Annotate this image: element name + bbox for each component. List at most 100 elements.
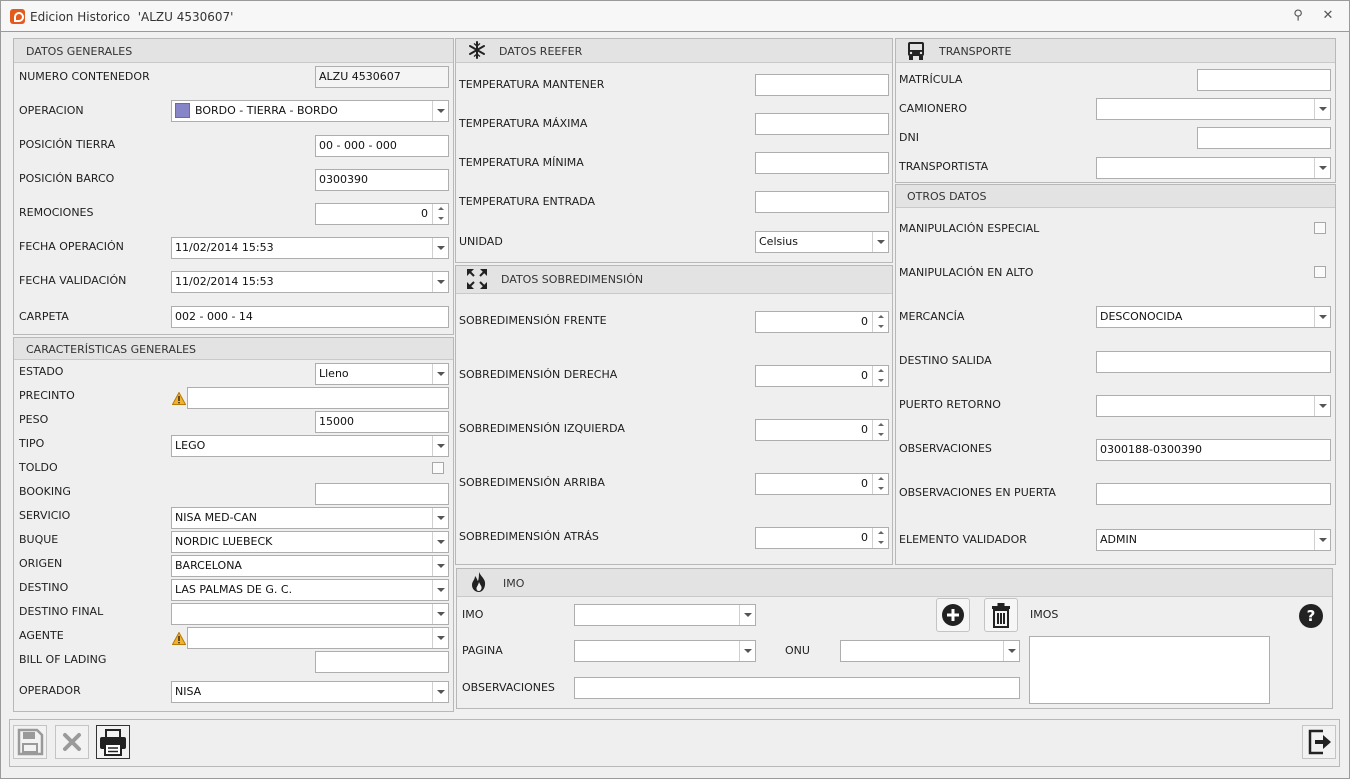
operador-select[interactable]: NISA [171, 681, 449, 703]
cancel-button[interactable] [55, 725, 89, 759]
panel-header: CARACTERÍSTICAS GENERALES [14, 338, 453, 360]
manip-alto-checkbox[interactable] [1314, 266, 1326, 278]
posicion-tierra-input[interactable]: 00 - 000 - 000 [315, 135, 449, 157]
close-icon[interactable]: ✕ [1320, 8, 1336, 24]
spinner-icon[interactable] [872, 366, 888, 386]
booking-input[interactable] [315, 483, 449, 505]
servicio-select[interactable]: NISA MED-CAN [171, 507, 449, 529]
question-icon[interactable]: ? [1298, 603, 1324, 629]
onu-select[interactable] [840, 640, 1020, 662]
obs-puerta-input[interactable] [1096, 483, 1331, 505]
spinner-icon[interactable] [872, 474, 888, 494]
delete-imo-button[interactable] [984, 598, 1018, 632]
temp-maxima-input[interactable] [755, 113, 889, 135]
sobre-frente-stepper[interactable]: 0 [755, 311, 889, 333]
tipo-select[interactable]: LEGO [171, 435, 449, 457]
numero-contenedor-field: ALZU 4530607 [315, 66, 449, 88]
chevron-down-icon[interactable] [432, 628, 448, 648]
label-sobre-izquierda: SOBREDIMENSIÓN IZQUIERDA [459, 422, 625, 435]
temp-mantener-input[interactable] [755, 74, 889, 96]
sobre-arriba-stepper[interactable]: 0 [755, 473, 889, 495]
svg-text:?: ? [1307, 607, 1316, 625]
label-origen: ORIGEN [19, 557, 63, 570]
spinner-icon[interactable] [872, 312, 888, 332]
transportista-select[interactable] [1096, 157, 1331, 179]
mercancia-select[interactable]: DESCONOCIDA [1096, 306, 1331, 328]
matricula-input[interactable] [1197, 69, 1331, 91]
print-button[interactable] [96, 725, 130, 759]
sobre-arriba-value: 0 [861, 477, 868, 490]
label-transportista: TRANSPORTISTA [899, 160, 989, 173]
puerto-retorno-select[interactable] [1096, 395, 1331, 417]
fecha-validacion-picker[interactable]: 11/02/2014 15:53 [171, 271, 449, 293]
imos-list[interactable] [1029, 636, 1270, 704]
chevron-down-icon[interactable] [432, 532, 448, 552]
sobre-atras-stepper[interactable]: 0 [755, 527, 889, 549]
observaciones-input[interactable]: 0300188-0300390 [1096, 439, 1331, 461]
chevron-down-icon[interactable] [739, 605, 755, 625]
sobre-derecha-stepper[interactable]: 0 [755, 365, 889, 387]
label-imos: IMOS [1030, 608, 1059, 621]
fecha-operacion-picker[interactable]: 11/02/2014 15:53 [171, 237, 449, 259]
chevron-down-icon[interactable] [1314, 396, 1330, 416]
chevron-down-icon[interactable] [432, 604, 448, 624]
operacion-select[interactable]: BORDO - TIERRA - BORDO [171, 100, 449, 122]
window-title: Edicion Historico 'ALZU 4530607' [30, 10, 234, 24]
chevron-down-icon[interactable] [1314, 530, 1330, 550]
chevron-down-icon[interactable] [432, 238, 448, 258]
chevron-down-icon[interactable] [432, 101, 448, 121]
chevron-down-icon[interactable] [432, 436, 448, 456]
remociones-stepper[interactable]: 0 [315, 203, 449, 225]
toldo-checkbox[interactable] [432, 462, 444, 474]
panel-title: IMO [503, 577, 525, 590]
spinner-icon[interactable] [872, 528, 888, 548]
chevron-down-icon[interactable] [872, 232, 888, 252]
manip-especial-checkbox[interactable] [1314, 222, 1326, 234]
peso-input[interactable]: 15000 [315, 411, 449, 433]
agente-select[interactable] [187, 627, 449, 649]
sobre-izquierda-stepper[interactable]: 0 [755, 419, 889, 441]
chevron-down-icon[interactable] [432, 272, 448, 292]
chevron-down-icon[interactable] [432, 508, 448, 528]
carpeta-input[interactable]: 002 - 000 - 14 [171, 306, 449, 328]
label-temp-entrada: TEMPERATURA ENTRADA [459, 195, 596, 208]
pagina-select[interactable] [574, 640, 756, 662]
imo-select[interactable] [574, 604, 756, 626]
destino-select[interactable]: LAS PALMAS DE G. C. [171, 579, 449, 601]
save-icon [17, 728, 44, 756]
origen-select[interactable]: BARCELONA [171, 555, 449, 577]
temp-entrada-input[interactable] [755, 191, 889, 213]
precinto-input[interactable] [187, 387, 449, 409]
chevron-down-icon[interactable] [432, 556, 448, 576]
save-button[interactable] [13, 725, 47, 759]
chevron-down-icon[interactable] [739, 641, 755, 661]
label-imo: IMO [462, 608, 484, 621]
imo-observaciones-input[interactable] [574, 677, 1020, 699]
unidad-select[interactable]: Celsius [755, 231, 889, 253]
dni-input[interactable] [1197, 127, 1331, 149]
buque-select[interactable]: NORDIC LUEBECK [171, 531, 449, 553]
chevron-down-icon[interactable] [1314, 158, 1330, 178]
spinner-icon[interactable] [872, 420, 888, 440]
bill-of-lading-input[interactable] [315, 651, 449, 673]
chevron-down-icon[interactable] [432, 580, 448, 600]
label-observaciones: OBSERVACIONES [899, 442, 992, 455]
chevron-down-icon[interactable] [1314, 307, 1330, 327]
chevron-down-icon[interactable] [1314, 99, 1330, 119]
chevron-down-icon[interactable] [1003, 641, 1019, 661]
destino-salida-input[interactable] [1096, 351, 1331, 373]
exit-button[interactable] [1302, 725, 1336, 759]
elemento-validador-select[interactable]: ADMIN [1096, 529, 1331, 551]
posicion-barco-input[interactable]: 0300390 [315, 169, 449, 191]
temp-minima-input[interactable] [755, 152, 889, 174]
label-unidad: UNIDAD [459, 235, 503, 248]
restore-icon[interactable]: ⚲ [1290, 8, 1306, 24]
spinner-icon[interactable] [432, 204, 448, 224]
destino-final-select[interactable] [171, 603, 449, 625]
chevron-down-icon[interactable] [432, 682, 448, 702]
label-camionero: CAMIONERO [899, 102, 968, 115]
camionero-select[interactable] [1096, 98, 1331, 120]
estado-select[interactable]: Lleno [315, 363, 449, 385]
add-imo-button[interactable] [936, 598, 970, 632]
chevron-down-icon[interactable] [432, 364, 448, 384]
